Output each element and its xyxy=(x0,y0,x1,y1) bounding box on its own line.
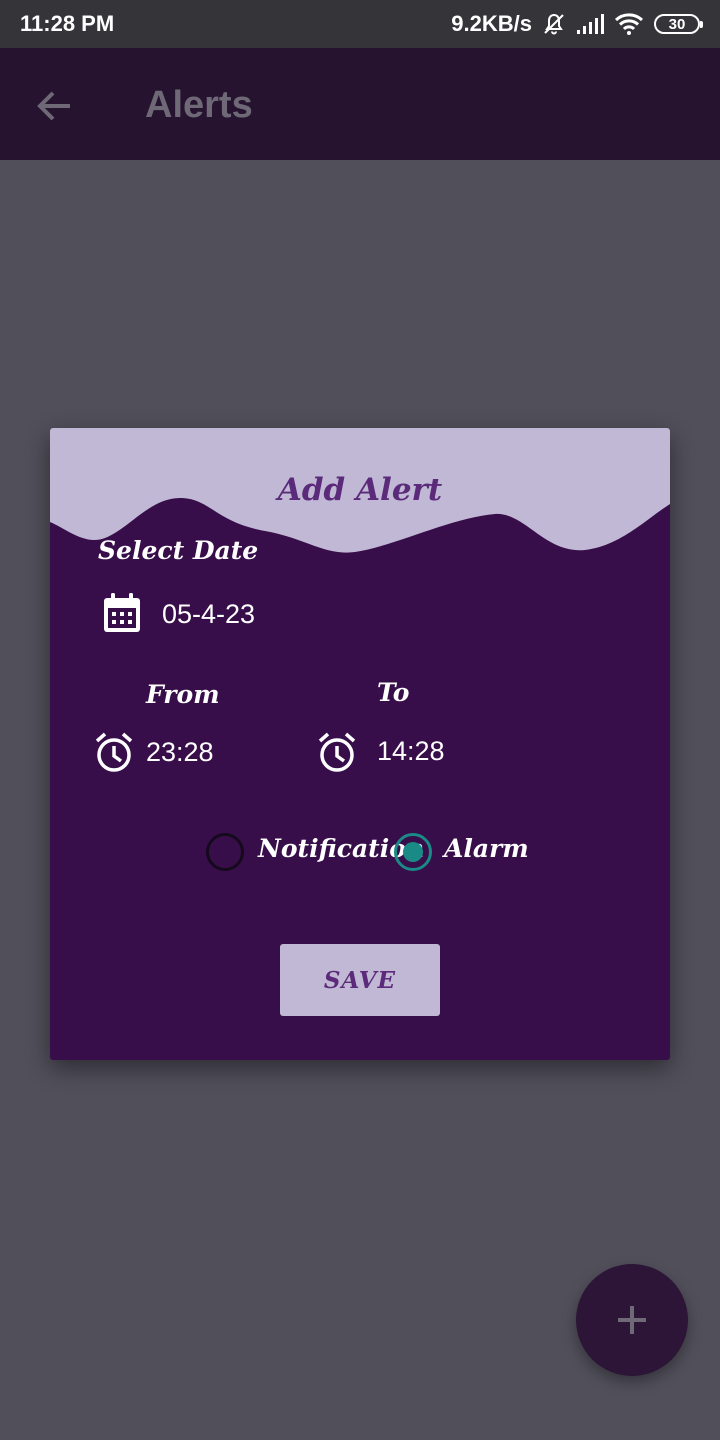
bell-off-icon xyxy=(544,13,564,35)
from-time-value[interactable]: 23:28 xyxy=(146,737,214,768)
status-bar: 11:28 PM 9.2KB/s 30 xyxy=(0,0,720,48)
add-fab-button[interactable] xyxy=(576,1264,688,1376)
wifi-icon xyxy=(614,13,644,35)
dialog-title: Add Alert xyxy=(277,472,443,508)
alarm-clock-icon[interactable] xyxy=(94,732,134,774)
app-title: Alerts xyxy=(145,84,253,126)
to-label: To xyxy=(377,678,410,707)
calendar-icon[interactable] xyxy=(102,592,142,634)
status-time: 11:28 PM xyxy=(20,11,115,36)
signal-icon xyxy=(577,14,604,34)
network-speed: 9.2KB/s xyxy=(451,11,532,36)
battery-icon: 30 xyxy=(654,14,703,34)
from-label: From xyxy=(146,680,220,709)
save-button[interactable]: SAVE xyxy=(280,944,440,1016)
alarm-clock-icon[interactable] xyxy=(317,732,357,774)
status-icons: 9.2KB/s 30 xyxy=(451,11,703,37)
plus-icon xyxy=(618,1306,646,1334)
radio-notification[interactable] xyxy=(206,833,244,871)
alarm-option-label[interactable]: Alarm xyxy=(444,834,529,863)
select-date-label: Select Date xyxy=(98,536,259,565)
app-bar: Alerts xyxy=(0,48,720,160)
arrow-back-icon[interactable] xyxy=(30,82,78,130)
date-value[interactable]: 05-4-23 xyxy=(162,599,255,630)
to-time-value[interactable]: 14:28 xyxy=(377,736,445,767)
add-alert-dialog: Add Alert Select Date 05-4-23 From To 23… xyxy=(50,428,670,1060)
radio-alarm[interactable] xyxy=(394,833,432,871)
